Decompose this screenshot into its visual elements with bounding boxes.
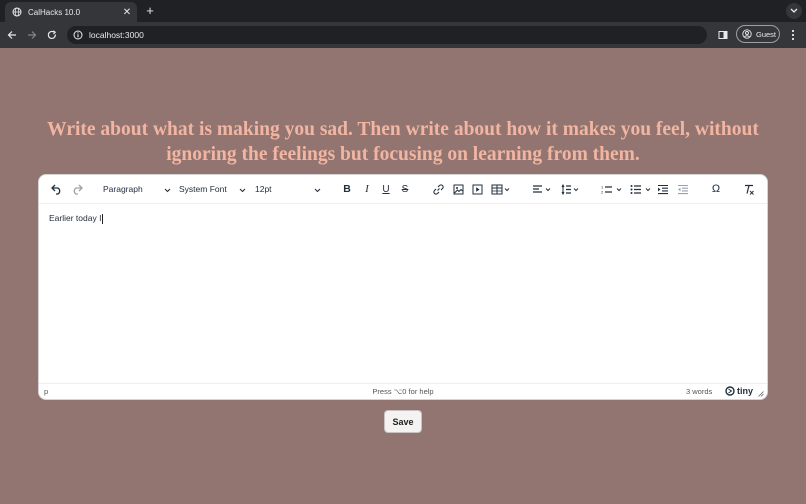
text-cursor — [102, 213, 104, 224]
back-icon[interactable] — [5, 28, 19, 42]
editor-content[interactable]: Earlier today I — [49, 213, 749, 224]
bold-icon[interactable]: B — [340, 182, 354, 196]
editor-statusbar: p Press ⌥0 for help 3 words tiny — [39, 383, 767, 399]
browser-tab-bar: CalHacks 10.0 ✕ + — [0, 0, 806, 22]
info-icon[interactable] — [73, 30, 83, 40]
chevron-down-icon[interactable] — [786, 3, 802, 19]
brand-text: tiny — [737, 386, 754, 396]
block-format-value: Paragraph — [103, 184, 143, 194]
link-icon[interactable] — [431, 182, 445, 196]
redo-icon[interactable] — [70, 182, 84, 196]
font-size-select[interactable]: 12pt — [255, 182, 321, 196]
tab-title: CalHacks 10.0 — [28, 7, 81, 17]
writing-prompt: Write about what is making you sad. Then… — [47, 119, 759, 165]
kebab-icon[interactable] — [787, 28, 799, 42]
profile-label: Guest — [756, 29, 777, 39]
strikethrough-icon[interactable]: S — [398, 182, 412, 196]
svg-text:2: 2 — [601, 189, 604, 194]
profile-button[interactable]: Guest — [736, 25, 780, 43]
image-icon[interactable] — [451, 182, 465, 196]
bullet-list-icon[interactable] — [629, 182, 653, 196]
side-panel-icon[interactable] — [716, 28, 730, 42]
undo-icon[interactable] — [50, 182, 64, 196]
reload-icon[interactable] — [45, 28, 59, 42]
help-hint: Press ⌥0 for help — [372, 387, 434, 396]
indent-icon[interactable] — [656, 182, 670, 196]
chevron-down-icon — [314, 185, 321, 195]
tiny-logo[interactable]: tiny — [725, 386, 753, 396]
save-button[interactable]: Save — [384, 410, 422, 433]
rich-text-editor: Paragraph System Font 12pt B I U S 1 2 Ω… — [39, 175, 767, 399]
browser-toolbar: localhost:3000 Guest — [0, 22, 806, 48]
browser-tab[interactable]: CalHacks 10.0 ✕ — [5, 2, 137, 22]
font-size-value: 12pt — [255, 184, 272, 194]
numbered-list-icon[interactable]: 12 — [600, 182, 624, 196]
url-text: localhost:3000 — [89, 30, 144, 40]
forward-icon[interactable] — [25, 28, 39, 42]
table-icon[interactable] — [490, 182, 512, 196]
outdent-icon[interactable] — [676, 182, 690, 196]
line-height-icon[interactable] — [559, 182, 581, 196]
plus-icon[interactable]: + — [143, 4, 157, 18]
avatar-icon — [742, 29, 752, 39]
resize-handle-icon[interactable] — [758, 390, 764, 399]
font-family-value: System Font — [179, 184, 227, 194]
editor-text: Earlier today I — [49, 213, 102, 223]
globe-icon — [12, 7, 22, 17]
chevron-down-icon — [239, 185, 246, 195]
font-family-select[interactable]: System Font — [179, 182, 246, 196]
editor-toolbar: Paragraph System Font 12pt B I U S 1 2 Ω — [39, 175, 767, 204]
word-count[interactable]: 3 words — [686, 387, 712, 396]
align-icon[interactable] — [531, 182, 553, 196]
block-format-select[interactable]: Paragraph — [103, 182, 171, 196]
clear-formatting-icon[interactable] — [742, 182, 756, 196]
chevron-down-icon — [164, 185, 171, 195]
close-icon[interactable]: ✕ — [120, 7, 134, 18]
media-icon[interactable] — [470, 182, 484, 196]
italic-icon[interactable]: I — [360, 182, 374, 196]
special-character-icon[interactable]: Ω — [709, 182, 723, 196]
underline-icon[interactable]: U — [379, 182, 393, 196]
address-bar[interactable]: localhost:3000 — [67, 26, 707, 44]
